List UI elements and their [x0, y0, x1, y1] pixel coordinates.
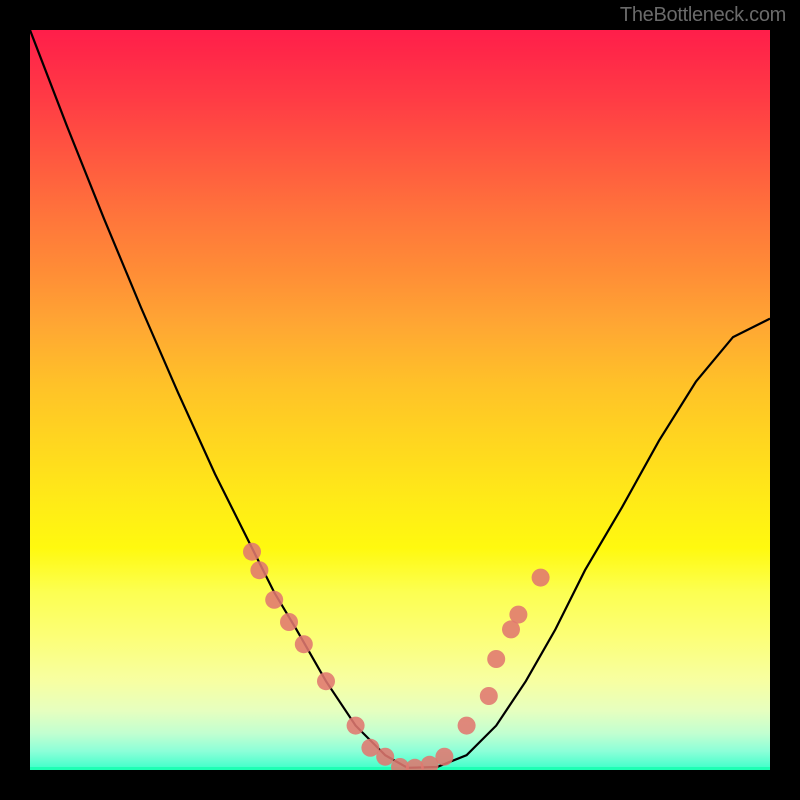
- highlight-dot: [509, 606, 527, 624]
- highlight-dot: [487, 650, 505, 668]
- highlight-dot: [435, 748, 453, 766]
- bottleneck-curve: [30, 30, 770, 768]
- watermark-text: TheBottleneck.com: [620, 4, 786, 27]
- highlight-dot: [458, 717, 476, 735]
- highlight-dots: [243, 543, 550, 770]
- highlight-dot: [317, 672, 335, 690]
- highlight-dot: [532, 569, 550, 587]
- highlight-dot: [376, 748, 394, 766]
- chart-svg: [30, 30, 770, 770]
- highlight-dot: [280, 613, 298, 631]
- highlight-dot: [480, 687, 498, 705]
- highlight-dot: [243, 543, 261, 561]
- highlight-dot: [295, 635, 313, 653]
- highlight-dot: [347, 717, 365, 735]
- highlight-dot: [250, 561, 268, 579]
- highlight-dot: [265, 591, 283, 609]
- plot-area: [30, 30, 770, 770]
- chart-frame: TheBottleneck.com: [0, 0, 800, 800]
